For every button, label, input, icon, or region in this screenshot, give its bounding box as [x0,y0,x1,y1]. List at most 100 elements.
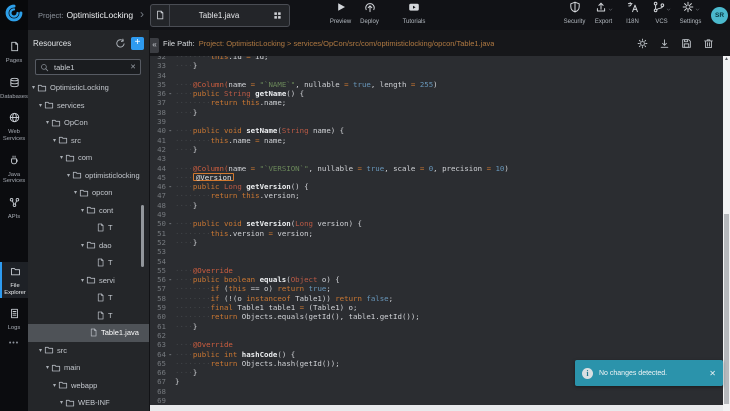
tree-item-web-inf[interactable]: ▾WEB-INF [28,394,150,411]
grid-icon[interactable] [268,11,286,20]
code-editor[interactable]: 32········this.id = id;33····}3435····@C… [150,56,723,405]
code-line-45[interactable]: 45····@Version [150,173,723,182]
expand-arrow-icon[interactable]: ▾ [81,277,84,284]
scroll-up-arrow-icon[interactable]: ▲ [723,56,730,63]
code-line-64[interactable]: 64-····public int hashCode() { [150,350,723,359]
expand-arrow-icon[interactable]: ▾ [67,172,70,179]
gear-icon[interactable] [637,38,648,49]
fold-marker[interactable]: - [166,275,175,284]
expand-arrow-icon[interactable]: ▾ [46,364,49,371]
code-line-56[interactable]: 56-····public boolean equals(Object o) { [150,275,723,284]
preview-button[interactable]: Preview [326,0,355,30]
code-line-41[interactable]: 41········this.name = name; [150,136,723,145]
code-line-34[interactable]: 34 [150,71,723,80]
tree-item-t[interactable]: T [28,307,150,325]
code-line-53[interactable]: 53 [150,247,723,256]
expand-arrow-icon[interactable]: ▾ [32,84,35,91]
tree-item-optimisticlocking[interactable]: ▾OptimisticLocking [28,79,150,97]
code-line-52[interactable]: 52····} [150,238,723,247]
sidebar-item-databases[interactable]: Databases [0,73,28,103]
sidebar-item-web-services[interactable]: Web Services [0,108,28,144]
code-line-51[interactable]: 51········this.version = version; [150,229,723,238]
code-line-47[interactable]: 47········return this.version; [150,191,723,200]
vertical-scrollbar-thumb[interactable] [724,214,729,404]
fold-marker[interactable]: - [166,89,175,98]
export-button[interactable]: Export [589,0,618,30]
expand-arrow-icon[interactable]: ▾ [46,119,49,126]
tutorials-button[interactable]: Tutorials [392,0,436,30]
code-line-48[interactable]: 48····} [150,201,723,210]
tree-item-webapp[interactable]: ▾webapp [28,377,150,395]
expand-arrow-icon[interactable]: ▾ [60,399,63,406]
expand-arrow-icon[interactable]: ▾ [39,102,42,109]
sidebar-more-button[interactable]: ••• [9,340,19,347]
tree-item-src[interactable]: ▾src [28,342,150,360]
code-line-69[interactable]: 69 [150,396,723,405]
code-line-68[interactable]: 68 [150,387,723,396]
code-line-59[interactable]: 59········final Table1 table1 = (Table1)… [150,303,723,312]
code-line-40[interactable]: 40-····public void setName(String name) … [150,126,723,135]
tree-scrollbar-thumb[interactable] [141,205,144,267]
download-icon[interactable] [659,38,670,49]
tree-item-main[interactable]: ▾main [28,359,150,377]
code-line-55[interactable]: 55····@Override [150,266,723,275]
fold-marker[interactable]: - [166,182,175,191]
code-line-62[interactable]: 62 [150,331,723,340]
expand-arrow-icon[interactable]: ▾ [81,242,84,249]
expand-arrow-icon[interactable]: ▾ [60,154,63,161]
tree-item-t[interactable]: T [28,219,150,237]
code-line-36[interactable]: 36-····public String getName() { [150,89,723,98]
refresh-icon[interactable] [115,38,126,49]
sidebar-item-logs[interactable]: Logs [0,304,28,334]
app-logo[interactable] [0,0,28,30]
save-icon[interactable] [681,38,692,49]
code-line-63[interactable]: 63····@Override [150,340,723,349]
trash-icon[interactable] [703,38,714,49]
code-line-54[interactable]: 54 [150,257,723,266]
tree-item-servi[interactable]: ▾servi [28,272,150,290]
code-line-42[interactable]: 42····} [150,145,723,154]
code-line-46[interactable]: 46-····public Long getVersion() { [150,182,723,191]
tree-item-opcon[interactable]: ▾OpCon [28,114,150,132]
user-avatar[interactable]: SR [711,7,728,24]
code-line-61[interactable]: 61····} [150,322,723,331]
code-line-33[interactable]: 33····} [150,61,723,70]
tree-item-services[interactable]: ▾services [28,97,150,115]
sidebar-item-file-explorer[interactable]: File Explorer [0,262,28,298]
add-resource-button[interactable]: + [131,37,144,50]
toast-close-icon[interactable]: ✕ [709,369,716,378]
i18n-button[interactable]: I18N [618,0,647,30]
fold-marker[interactable]: - [166,126,175,135]
clear-search-icon[interactable]: ✕ [130,63,136,71]
expand-arrow-icon[interactable]: ▾ [53,382,56,389]
code-line-60[interactable]: 60········return Objects.equals(getId(),… [150,312,723,321]
settings-button[interactable]: Settings [676,0,705,30]
tree-item-cont[interactable]: ▾cont [28,202,150,220]
fold-marker[interactable]: - [166,350,175,359]
code-line-35[interactable]: 35····@Column(name = "`NAME`", nullable … [150,80,723,89]
code-line-57[interactable]: 57········if (this == o) return true; [150,284,723,293]
sidebar-item-pages[interactable]: Pages [0,37,28,67]
code-line-38[interactable]: 38····} [150,108,723,117]
sidebar-item-java-services[interactable]: Java Services [0,151,28,187]
search-input[interactable] [52,62,130,73]
tree-item-t[interactable]: T [28,254,150,272]
tree-item-dao[interactable]: ▾dao [28,237,150,255]
expand-arrow-icon[interactable]: ▾ [81,207,84,214]
tree-item-com[interactable]: ▾com [28,149,150,167]
expand-arrow-icon[interactable]: ▾ [53,137,56,144]
fold-marker[interactable]: - [166,219,175,228]
tree-item-optimisticlocking[interactable]: ▾optimisticlocking [28,167,150,185]
tree-item-src[interactable]: ▾src [28,132,150,150]
deploy-button[interactable]: Deploy [355,0,384,30]
tab-table1-java[interactable]: Table1.java [150,4,290,27]
code-line-43[interactable]: 43 [150,154,723,163]
expand-arrow-icon[interactable]: ▾ [74,189,77,196]
vcs-button[interactable]: VCS [647,0,676,30]
code-line-49[interactable]: 49 [150,210,723,219]
tree-item-table1-java[interactable]: Table1.java [28,324,150,342]
page-vertical-scrollbar[interactable]: ▲ [723,56,730,411]
tree-item-t[interactable]: T [28,289,150,307]
code-line-58[interactable]: 58········if (!(o instanceof Table1)) re… [150,294,723,303]
code-line-44[interactable]: 44····@Column(name = "`VERSION`", nullab… [150,164,723,173]
